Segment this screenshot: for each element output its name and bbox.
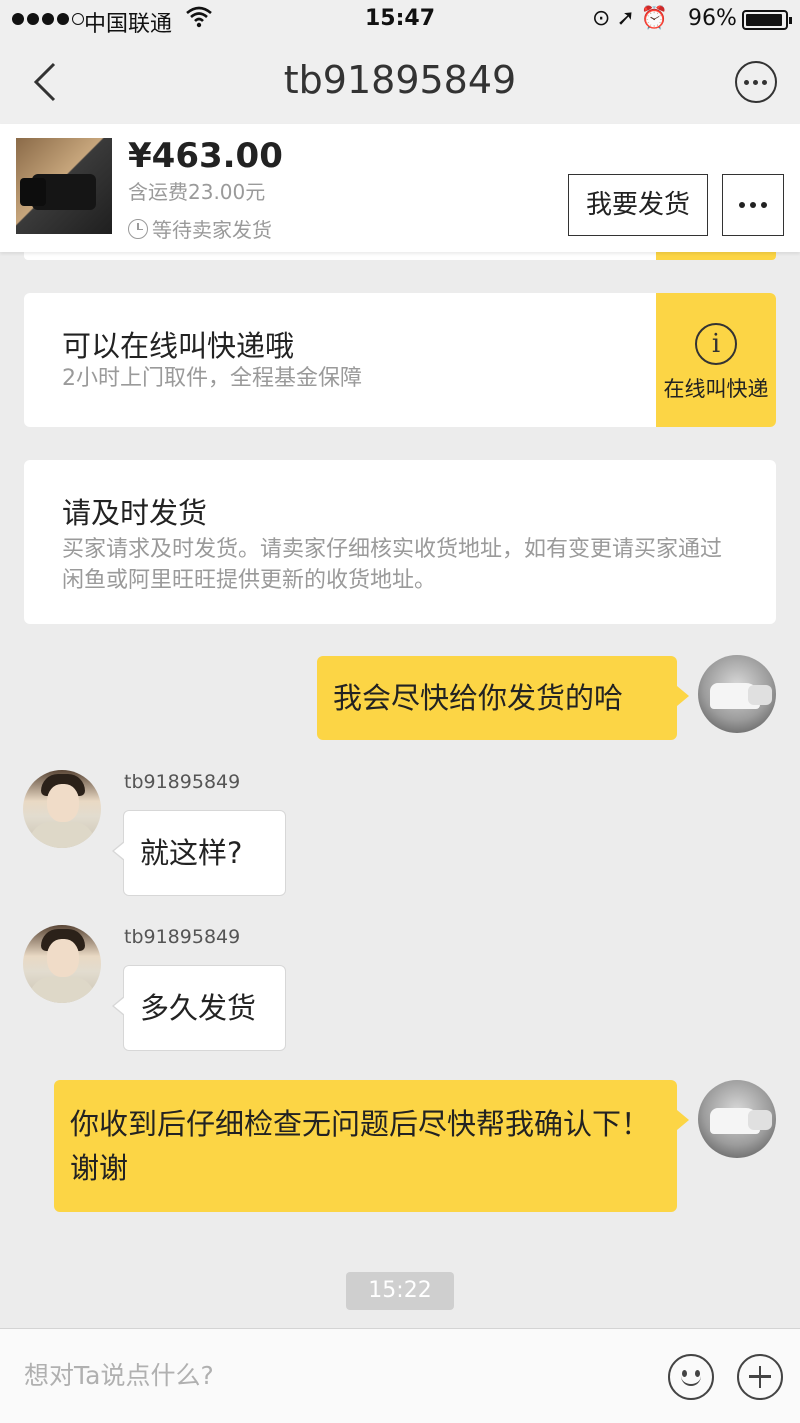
message-bubble[interactable]: 就这样? [112,810,286,896]
status-bar: 中国联通 15:47 ⊙➚⏰ 96% [0,0,800,40]
call-courier-button[interactable]: i 在线叫快递 [656,293,776,427]
order-status-text: 等待卖家发货 [152,218,272,242]
chat-title: tb91895849 [283,58,517,102]
sender-name: tb91895849 [124,771,241,793]
reminder-title: 请及时发货 [62,496,208,530]
location-icon: ➚ [616,6,641,31]
avatar[interactable] [23,925,101,1003]
sender-name: tb91895849 [124,926,241,948]
message-timestamp: 15:22 [346,1272,454,1310]
courier-title: 可以在线叫快递哦 [62,329,295,363]
message-bubble[interactable]: 我会尽快给你发货的哈 [317,656,689,740]
reminder-desc: 买家请求及时发货。请卖家仔细核实收货地址，如有变更请买家通过闲鱼或阿里旺旺提供更… [62,537,723,593]
more-icon[interactable] [735,61,777,103]
call-courier-label: 在线叫快递 [663,377,769,401]
add-icon[interactable] [737,1354,783,1400]
info-icon: i [695,323,737,365]
order-more-button[interactable] [722,174,784,236]
avatar[interactable] [698,655,776,733]
battery-percent: 96% [688,6,737,31]
message-bubble[interactable]: 你收到后仔细检查无问题后尽快帮我确认下！谢谢 [54,1080,689,1212]
shipping-fee: 含运费23.00元 [128,180,266,204]
order-price: ¥463.00 [128,136,283,176]
input-bar [0,1328,800,1423]
message-input[interactable] [24,1349,624,1401]
orientation-lock-icon: ⊙ [592,6,617,31]
message-bubble[interactable]: 多久发货 [112,965,286,1051]
ship-button[interactable]: 我要发货 [568,174,708,236]
alarm-icon: ⏰ [640,6,675,31]
emoji-icon[interactable] [668,1354,714,1400]
status-time: 15:47 [364,6,436,31]
order-summary[interactable]: ¥463.00 含运费23.00元 等待卖家发货 我要发货 [0,124,800,252]
avatar[interactable] [698,1080,776,1158]
courier-card: 可以在线叫快递哦 2小时上门取件，全程基金保障 i 在线叫快递 [24,293,776,427]
product-thumbnail[interactable] [16,138,112,234]
avatar[interactable] [23,770,101,848]
reminder-card: 请及时发货 买家请求及时发货。请卖家仔细核实收货地址，如有变更请买家通过闲鱼或阿… [24,460,776,624]
order-status: 等待卖家发货 [128,214,272,243]
clock-icon [128,218,148,239]
courier-desc: 2小时上门取件，全程基金保障 [62,366,362,391]
nav-bar: tb91895849 [0,40,800,124]
battery-icon [742,10,792,30]
